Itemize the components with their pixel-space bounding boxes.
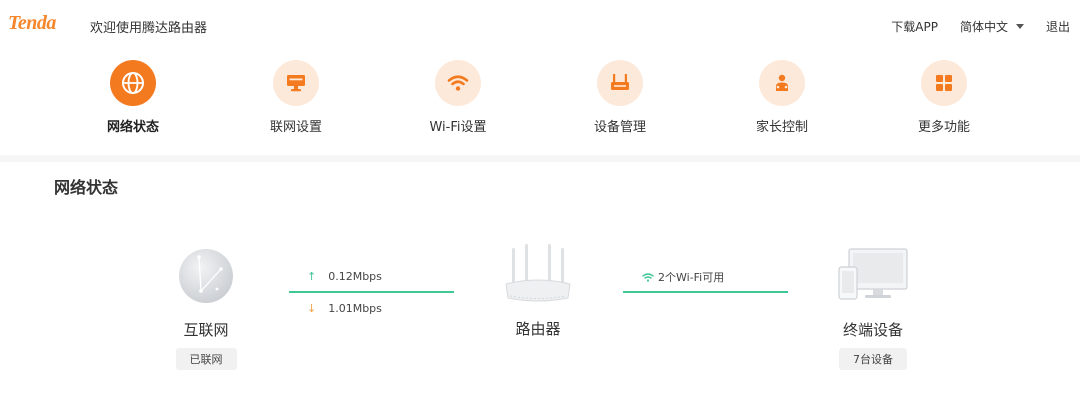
network-status-panel: 网络状态 互联网 已联网 ↑ 0.12Mbps ↓ 1.01Mbps 路由器 2… bbox=[0, 162, 1080, 410]
nav-circle bbox=[273, 60, 319, 106]
router-device-icon bbox=[505, 244, 571, 302]
nav-circle bbox=[921, 60, 967, 106]
parental-icon bbox=[776, 74, 788, 91]
globe-icon bbox=[122, 72, 144, 94]
terminal-label: 终端设备 bbox=[842, 321, 903, 339]
nav-label: 更多功能 bbox=[917, 120, 970, 135]
upload-speed: ↑ 0.12Mbps bbox=[307, 270, 382, 283]
internet-globe-icon bbox=[179, 249, 233, 303]
devices-icon bbox=[838, 248, 908, 300]
language-select[interactable]: 简体中文 bbox=[960, 18, 1024, 35]
internet-status-badge: 已联网 bbox=[175, 348, 237, 370]
internet-router-link-line bbox=[289, 291, 454, 293]
nav-more-features[interactable]: 更多功能 bbox=[894, 60, 994, 135]
grid-icon bbox=[936, 75, 952, 91]
monitor-icon bbox=[287, 75, 305, 92]
nav-internet-settings[interactable]: 联网设置 bbox=[246, 60, 346, 135]
wifi-available: 2个Wi-Fi可用 bbox=[642, 269, 724, 285]
download-speed-value: 1.01Mbps bbox=[328, 302, 382, 315]
nav-network-status[interactable]: 网络状态 bbox=[83, 60, 183, 135]
router-node[interactable]: 路由器 bbox=[488, 242, 588, 339]
section-title: 网络状态 bbox=[54, 178, 119, 197]
nav-circle bbox=[110, 60, 156, 106]
nav-label: 设备管理 bbox=[593, 120, 646, 135]
upload-speed-value: 0.12Mbps bbox=[328, 270, 382, 283]
arrow-up-icon: ↑ bbox=[307, 270, 317, 283]
nav-label: 家长控制 bbox=[755, 120, 808, 135]
download-app-link[interactable]: 下载APP bbox=[891, 18, 938, 35]
nav-circle bbox=[435, 60, 481, 106]
terminal-node[interactable]: 终端设备 7台设备 bbox=[820, 247, 926, 370]
router-label: 路由器 bbox=[515, 320, 561, 338]
internet-node: 互联网 已联网 bbox=[154, 247, 258, 370]
download-speed: ↓ 1.01Mbps bbox=[307, 302, 382, 315]
nav-parental-control[interactable]: 家长控制 bbox=[732, 60, 832, 135]
internet-label: 互联网 bbox=[183, 321, 229, 339]
logout-link[interactable]: 退出 bbox=[1046, 18, 1070, 35]
welcome-text: 欢迎使用腾达路由器 bbox=[90, 21, 208, 36]
router-icon bbox=[611, 74, 629, 90]
language-label: 简体中文 bbox=[959, 20, 1008, 34]
caret-down-icon bbox=[1015, 24, 1024, 29]
router-terminal-link-line bbox=[623, 291, 788, 293]
header: Tenda 欢迎使用腾达路由器 下载APP 简体中文 退出 网络状态 联网设置 … bbox=[0, 0, 1080, 155]
nav-wifi-settings[interactable]: Wi-Fi设置 bbox=[408, 60, 508, 135]
top-right-menu: 下载APP 简体中文 退出 bbox=[869, 18, 1070, 35]
nav-circle bbox=[597, 60, 643, 106]
nav-label: 网络状态 bbox=[106, 120, 159, 135]
tenda-logo[interactable]: Tenda bbox=[8, 12, 56, 35]
nav-circle bbox=[759, 60, 805, 106]
nav-label: 联网设置 bbox=[269, 120, 322, 135]
nav-device-management[interactable]: 设备管理 bbox=[570, 60, 670, 135]
wifi-icon bbox=[447, 75, 469, 91]
arrow-down-icon: ↓ bbox=[307, 302, 317, 315]
wifi-available-text: 2个Wi-Fi可用 bbox=[658, 271, 725, 284]
wifi-icon bbox=[642, 273, 654, 282]
nav-label: Wi-Fi设置 bbox=[429, 120, 487, 135]
terminal-count-badge[interactable]: 7台设备 bbox=[839, 348, 907, 370]
